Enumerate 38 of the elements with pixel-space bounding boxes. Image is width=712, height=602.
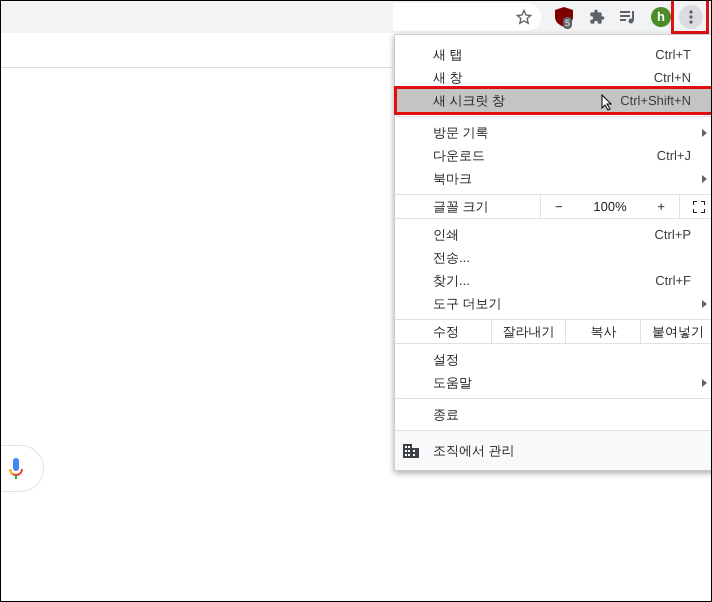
menu-item[interactable]: 도구 더보기 [395, 292, 711, 315]
menu-item[interactable]: 새 탭 Ctrl+T [395, 43, 711, 66]
edit-action[interactable]: 복사 [565, 320, 640, 343]
shortcut-label: Ctrl+T [655, 46, 691, 64]
shortcut-label: Ctrl+N [654, 68, 691, 87]
menu-label: 글꼴 크기 [432, 198, 490, 216]
menu-item[interactable]: 인쇄 Ctrl+P [395, 223, 711, 246]
shortcut-label: Ctrl+F [655, 272, 691, 290]
edit-action[interactable]: 붙여넣기 [640, 320, 711, 343]
extension-badge: 5 [563, 17, 572, 29]
menu-label: 수정 [432, 322, 460, 341]
menu-item[interactable]: 다운로드 Ctrl+J [395, 144, 711, 167]
star-icon[interactable] [516, 9, 532, 25]
menu-item[interactable]: 방문 기록 [395, 121, 711, 144]
managed-label: 조직에서 관리 [433, 442, 515, 460]
menu-item[interactable]: 설정 [395, 348, 711, 371]
avatar[interactable]: h [651, 7, 671, 27]
zoom-out-button[interactable]: − [555, 196, 563, 216]
menu-item[interactable]: 종료 [395, 403, 711, 426]
microphone-icon[interactable] [9, 458, 23, 480]
menu-item[interactable]: 전송... [395, 246, 711, 269]
menu-button[interactable] [679, 5, 703, 29]
menu-item[interactable]: 새 창 Ctrl+N [395, 66, 711, 89]
menu-item[interactable]: 도움말 [395, 371, 711, 394]
zoom-in-button[interactable]: + [657, 196, 665, 216]
shortcut-label: Ctrl+P [654, 226, 691, 244]
menu-item[interactable]: 북마크 [395, 167, 711, 190]
more-icon [689, 10, 693, 24]
menu-item[interactable]: 새 시크릿 창 Ctrl+Shift+N [395, 89, 711, 112]
fullscreen-icon[interactable] [693, 200, 705, 212]
menu-item[interactable]: 찾기... Ctrl+F [395, 269, 711, 292]
shortcut-label: Ctrl+J [656, 146, 691, 165]
cursor-icon [601, 94, 612, 111]
edit-action[interactable]: 잘라내기 [490, 320, 566, 343]
building-icon [403, 444, 419, 458]
puzzle-icon[interactable] [589, 9, 605, 25]
shortcut-label: Ctrl+Shift+N [620, 92, 691, 110]
zoom-level: 100% [593, 198, 627, 216]
